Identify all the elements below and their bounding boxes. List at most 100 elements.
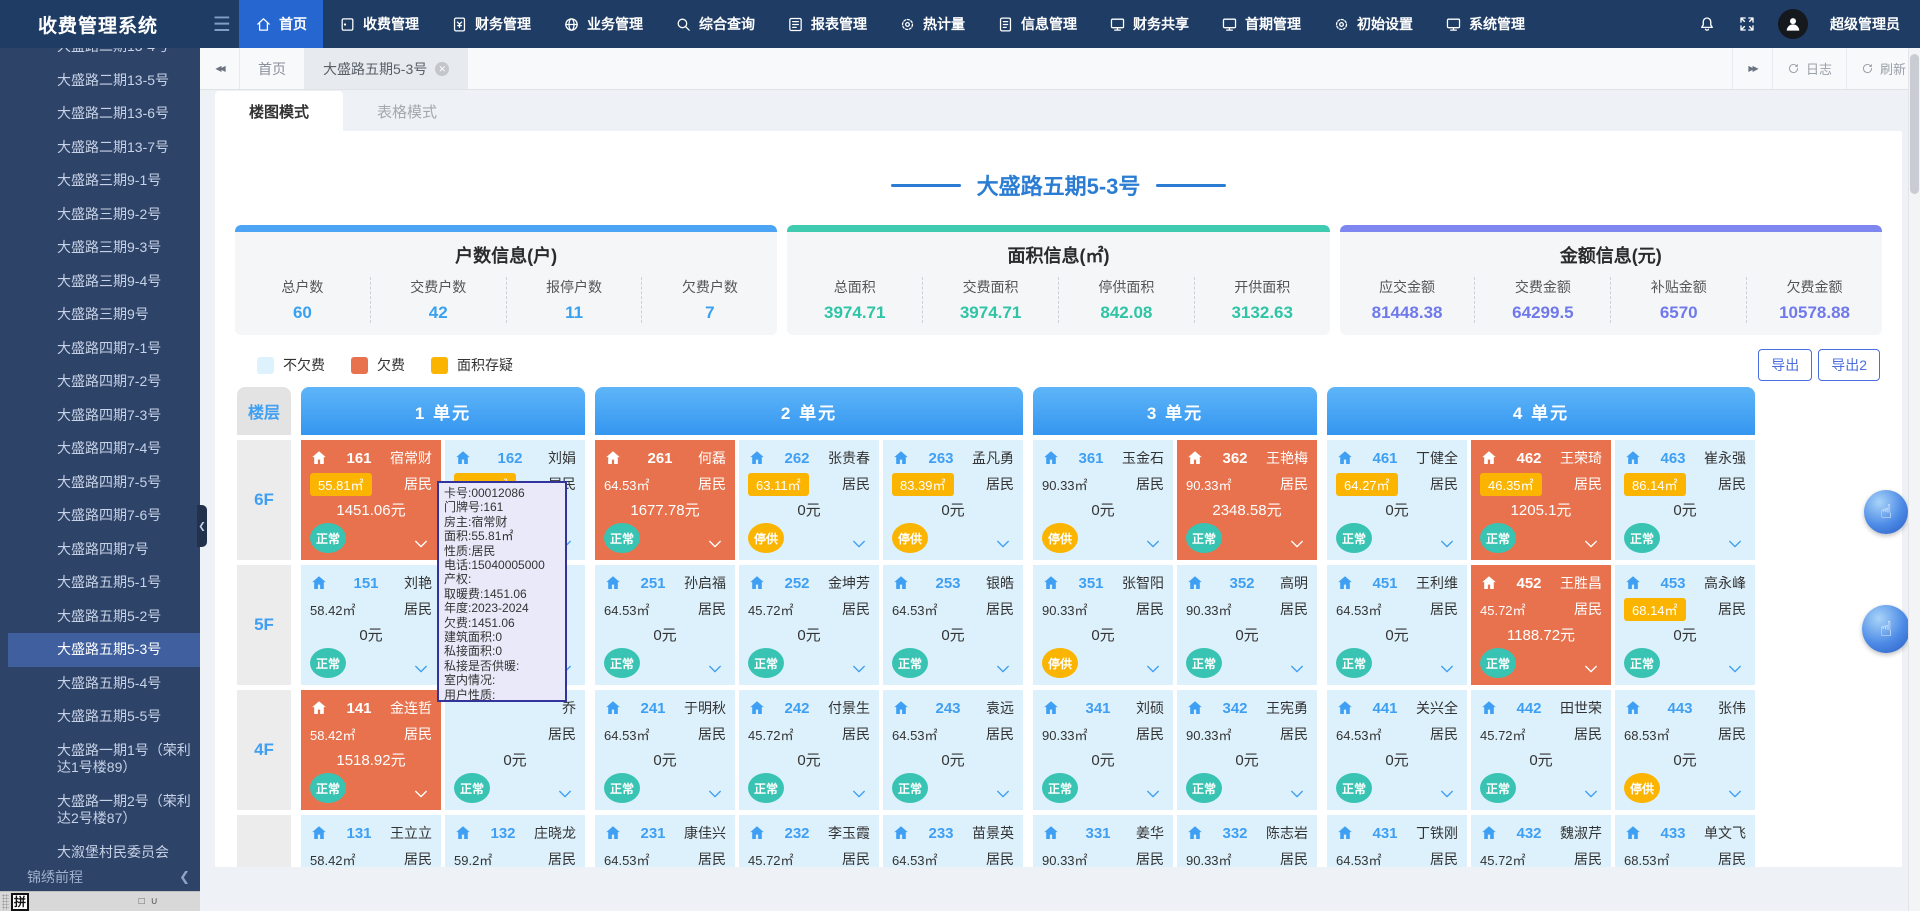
cell-row-area: 90.33㎡居民	[1186, 722, 1308, 746]
nav-item-首期管理[interactable]: 首期管理	[1205, 0, 1317, 48]
apartment-cell[interactable]: 241于明秋64.53㎡居民0元正常	[595, 690, 735, 810]
sidebar-item[interactable]: 大盛路三期9-4号	[0, 265, 200, 299]
sidebar-item[interactable]: 大溆堡村民委员会	[0, 836, 200, 870]
sidebar-item[interactable]: 大盛路五期5-1号	[0, 566, 200, 600]
apartment-cell[interactable]: 262张贵春63.11㎡居民0元停供	[739, 440, 879, 560]
apartment-cell[interactable]: 331姜华90.33㎡居民0元正常	[1033, 815, 1173, 867]
nav-item-初始设置[interactable]: 初始设置	[1317, 0, 1429, 48]
export-button-导出2[interactable]: 导出2	[1818, 349, 1880, 381]
tabs-scroll-right-icon[interactable]: ▶▶	[1732, 48, 1772, 89]
sidebar-item[interactable]: 大盛路五期5-4号	[0, 667, 200, 701]
apartment-cell[interactable]: 233苗景英64.53㎡居民0元正常	[883, 815, 1023, 867]
chevron-down-icon	[1724, 660, 1746, 678]
apartment-cell[interactable]: 231康佳兴64.53㎡居民0元正常	[595, 815, 735, 867]
nav-item-财务管理[interactable]: 财务管理	[435, 0, 547, 48]
apartment-cell[interactable]: 乔居民0元正常	[445, 690, 585, 810]
sidebar-item[interactable]: 大盛路四期7-1号	[0, 332, 200, 366]
sidebar-item[interactable]: 大盛路四期7-5号	[0, 466, 200, 500]
apartment-cell[interactable]: 132庄晓龙59.2㎡居民0元正常	[445, 815, 585, 867]
apartment-cell[interactable]: 361玉金石90.33㎡居民0元停供	[1033, 440, 1173, 560]
sidebar-item[interactable]: 大盛路三期9-3号	[0, 231, 200, 265]
sidebar-item[interactable]: 大盛路四期7-6号	[0, 499, 200, 533]
ime-buttons[interactable]: □∪	[139, 896, 158, 907]
hamburger-icon[interactable]: ☰	[205, 12, 239, 37]
apartment-cell[interactable]: 261何磊64.53㎡居民1677.78元正常	[595, 440, 735, 560]
sidebar-item[interactable]: 大盛路五期5-5号	[0, 700, 200, 734]
floating-scroll-button-2[interactable]: ☝	[1862, 605, 1910, 653]
apartment-cell[interactable]: 432魏淑芹45.72㎡居民0元正常	[1471, 815, 1611, 867]
tab-action-日志[interactable]: 日志	[1772, 48, 1846, 89]
sidebar-collapse-handle[interactable]: ❮	[197, 505, 207, 547]
apartment-cell[interactable]: 351张智阳90.33㎡居民0元停供	[1033, 565, 1173, 685]
apartment-cell[interactable]: 453高永峰68.14㎡居民0元正常	[1615, 565, 1755, 685]
apartment-cell[interactable]: 443张伟68.53㎡居民0元停供	[1615, 690, 1755, 810]
sidebar-item[interactable]: 大盛路二期13-7号	[0, 131, 200, 165]
apartment-cell[interactable]: 342王宪勇90.33㎡居民0元正常	[1177, 690, 1317, 810]
sidebar-item[interactable]: 大盛路二期13-6号	[0, 97, 200, 131]
apartment-cell[interactable]: 253银皓64.53㎡居民0元正常	[883, 565, 1023, 685]
apartment-cell[interactable]: 243袁远64.53㎡居民0元正常	[883, 690, 1023, 810]
sidebar-item[interactable]: 大盛路二期13-4号	[0, 48, 200, 64]
apartment-cell[interactable]: 151刘艳58.42㎡居民0元正常	[301, 565, 441, 685]
fullscreen-icon[interactable]	[1738, 15, 1756, 33]
nav-item-热计量[interactable]: 热计量	[883, 0, 981, 48]
apartment-cell[interactable]: 332陈志岩90.33㎡居民0元正常	[1177, 815, 1317, 867]
avatar[interactable]	[1778, 9, 1808, 39]
sidebar-item[interactable]: 大盛路四期7-2号	[0, 365, 200, 399]
floating-scroll-button-1[interactable]: ☝	[1864, 490, 1908, 534]
export-button-导出[interactable]: 导出	[1758, 349, 1812, 381]
nav-item-系统管理[interactable]: 系统管理	[1429, 0, 1541, 48]
apartment-cell[interactable]: 263孟凡勇83.39㎡居民0元停供	[883, 440, 1023, 560]
mode-tab-表格模式[interactable]: 表格模式	[343, 91, 471, 131]
apartment-cell[interactable]: 431丁铁刚64.53㎡居民0元正常	[1327, 815, 1467, 867]
apartment-cell[interactable]: 131王立立58.42㎡居民0元正常	[301, 815, 441, 867]
bell-icon[interactable]	[1698, 15, 1716, 33]
apartment-cell[interactable]: 442田世荣45.72㎡居民0元正常	[1471, 690, 1611, 810]
nav-item-信息管理[interactable]: 信息管理	[981, 0, 1093, 48]
apartment-cell[interactable]: 461丁健全64.27㎡居民0元正常	[1327, 440, 1467, 560]
apartment-cell[interactable]: 161宿常财55.81㎡居民1451.06元正常	[301, 440, 441, 560]
apartment-cell[interactable]: 452王胜昌45.72㎡居民1188.72元正常	[1471, 565, 1611, 685]
sidebar-item[interactable]: 大盛路五期5-3号	[8, 633, 200, 667]
nav-item-收费管理[interactable]: 收费管理	[323, 0, 435, 48]
ime-drag-handle[interactable]	[2, 894, 9, 910]
tabs-scroll-left-icon[interactable]: ◀◀	[200, 48, 240, 89]
sidebar-item[interactable]: 大盛路三期9-1号	[0, 164, 200, 198]
current-user[interactable]: 超级管理员	[1830, 14, 1900, 34]
nav-item-业务管理[interactable]: 业务管理	[547, 0, 659, 48]
apartment-cell[interactable]: 362王艳梅90.33㎡居民2348.58元正常	[1177, 440, 1317, 560]
sidebar-item[interactable]: 大盛路四期7-4号	[0, 432, 200, 466]
nav-item-财务共享[interactable]: 财务共享	[1093, 0, 1205, 48]
sidebar-item[interactable]: 大盛路五期5-2号	[0, 600, 200, 634]
apartment-cell[interactable]: 141金连哲58.42㎡居民1518.92元正常	[301, 690, 441, 810]
sidebar-item[interactable]: 大盛路四期7号	[0, 533, 200, 567]
apartment-cell[interactable]: 462王荣琦46.35㎡居民1205.1元正常	[1471, 440, 1611, 560]
nav-item-综合查询[interactable]: 综合查询	[659, 0, 771, 48]
nav-item-首页[interactable]: 首页	[239, 0, 323, 48]
nav-item-报表管理[interactable]: 报表管理	[771, 0, 883, 48]
page-scrollbar[interactable]	[1908, 48, 1920, 911]
sidebar-item[interactable]: 大盛路三期9号	[0, 298, 200, 332]
sidebar-item[interactable]: 大盛路一期1号（荣利达1号楼89）	[0, 734, 200, 785]
sidebar-item[interactable]: 大盛路三期9-2号	[0, 198, 200, 232]
scrollbar-thumb[interactable]	[1910, 54, 1919, 194]
sidebar-item[interactable]: 大盛路四期7-3号	[0, 399, 200, 433]
ime-indicator[interactable]: 拼	[11, 893, 29, 911]
apartment-cell[interactable]: 441关兴全64.53㎡居民0元正常	[1327, 690, 1467, 810]
sidebar-item[interactable]: 大盛路一期2号（荣利达2号楼87）	[0, 785, 200, 836]
sidebar-footer[interactable]: 锦绣前程 ❮	[0, 865, 200, 889]
apartment-cell[interactable]: 252金坤芳45.72㎡居民0元正常	[739, 565, 879, 685]
apartment-cell[interactable]: 433单文飞68.53㎡居民0元停供	[1615, 815, 1755, 867]
apartment-cell[interactable]: 232李玉霞45.72㎡居民0元正常	[739, 815, 879, 867]
tab-大盛路五期5-3号[interactable]: 大盛路五期5-3号✕	[305, 48, 468, 89]
apartment-cell[interactable]: 251孙启福64.53㎡居民0元正常	[595, 565, 735, 685]
tab-首页[interactable]: 首页	[240, 48, 305, 89]
apartment-cell[interactable]: 352高明90.33㎡居民0元正常	[1177, 565, 1317, 685]
apartment-cell[interactable]: 451王利维64.53㎡居民0元正常	[1327, 565, 1467, 685]
apartment-cell[interactable]: 242付景生45.72㎡居民0元正常	[739, 690, 879, 810]
apartment-cell[interactable]: 341刘硕90.33㎡居民0元正常	[1033, 690, 1173, 810]
mode-tab-楼图模式[interactable]: 楼图模式	[215, 91, 343, 131]
close-icon[interactable]: ✕	[435, 62, 449, 76]
sidebar-item[interactable]: 大盛路二期13-5号	[0, 64, 200, 98]
apartment-cell[interactable]: 463崔永强86.14㎡居民0元正常	[1615, 440, 1755, 560]
